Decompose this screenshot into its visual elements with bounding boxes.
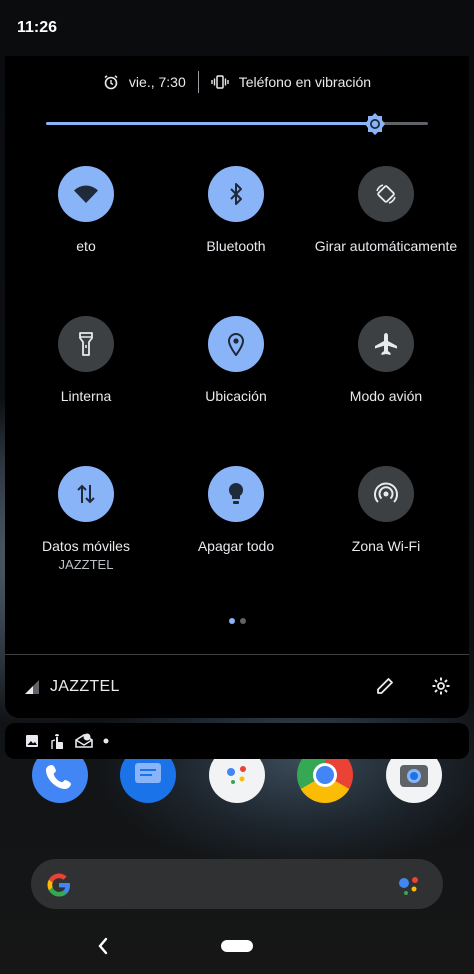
status-time: 11:26 <box>17 19 58 36</box>
tile-hotspot-label: Zona Wi-Fi <box>351 538 421 554</box>
wifi-icon <box>74 185 98 203</box>
google-search-bar[interactable] <box>31 859 443 909</box>
tile-bluetooth[interactable]: Bluetooth <box>161 166 311 255</box>
tile-mobile-data-label: Datos móviles <box>42 538 130 554</box>
tile-turn-off-all-label: Apagar todo <box>197 538 275 554</box>
tile-hotspot[interactable]: Zona Wi-Fi <box>311 466 461 555</box>
settings-gear-icon[interactable] <box>431 676 451 701</box>
signal-icon <box>25 680 41 699</box>
tile-location-label: Ubicación <box>205 388 267 404</box>
brightness-sun-icon <box>365 113 385 135</box>
touch-icon <box>51 734 63 749</box>
tile-autorotate-circle[interactable] <box>358 166 414 222</box>
tile-flashlight[interactable]: Linterna <box>11 316 161 405</box>
alarm-icon <box>103 74 119 90</box>
notification-icon-strip[interactable] <box>5 723 469 759</box>
rotate-icon <box>376 184 396 204</box>
tile-location-circle[interactable] <box>208 316 264 372</box>
tile-mobile-data-circle[interactable] <box>58 466 114 522</box>
airplane-icon <box>375 333 397 355</box>
flashlight-icon <box>79 332 93 356</box>
tile-airplane-circle[interactable] <box>358 316 414 372</box>
page-indicator <box>229 618 246 624</box>
qs-footer: JAZZTEL <box>5 662 469 712</box>
mail-icon <box>75 733 93 748</box>
bulb-icon <box>228 482 244 504</box>
nav-home-pill[interactable] <box>221 940 253 952</box>
tile-autorotate[interactable]: Girar automáticamente <box>311 166 461 255</box>
ringer-mode-text[interactable]: Teléfono en vibración <box>239 74 371 90</box>
tile-flashlight-label: Linterna <box>60 388 112 404</box>
google-logo-icon <box>47 873 70 897</box>
assistant-mic-icon[interactable] <box>395 872 423 898</box>
tile-mobile-data[interactable]: Datos móviles JAZZTEL <box>11 466 161 572</box>
qs-header: vie., 7:30 Teléfono en vibración <box>5 70 469 94</box>
tile-wifi[interactable]: eto <box>11 166 161 255</box>
brightness-track-filled <box>46 122 375 125</box>
tile-bluetooth-circle[interactable] <box>208 166 264 222</box>
nav-back-button[interactable] <box>96 936 110 961</box>
next-alarm-text[interactable]: vie., 7:30 <box>129 74 186 90</box>
edit-icon[interactable] <box>375 676 395 701</box>
image-icon <box>26 735 38 747</box>
brightness-thumb[interactable] <box>363 112 387 136</box>
page-dot-active <box>229 618 235 624</box>
page-dot-inactive <box>240 618 246 624</box>
footer-divider <box>5 654 469 655</box>
tile-wifi-circle[interactable] <box>58 166 114 222</box>
vibrate-icon <box>211 74 229 90</box>
tile-bluetooth-label: Bluetooth <box>206 238 266 254</box>
tile-mobile-data-sublabel: JAZZTEL <box>58 557 114 572</box>
header-separator <box>197 71 199 93</box>
status-bar: 11:26 <box>0 0 474 56</box>
tile-airplane-label: Modo avión <box>349 388 423 404</box>
hotspot-icon <box>374 482 398 503</box>
dot-icon <box>103 738 109 744</box>
tile-turn-off-all-circle[interactable] <box>208 466 264 522</box>
tile-turn-off-all[interactable]: Apagar todo <box>161 466 311 555</box>
bluetooth-icon <box>230 183 242 205</box>
tile-wifi-label: eto <box>76 238 96 254</box>
location-icon <box>227 333 245 356</box>
tile-hotspot-circle[interactable] <box>358 466 414 522</box>
tile-airplane[interactable]: Modo avión <box>311 316 461 405</box>
tile-flashlight-circle[interactable] <box>58 316 114 372</box>
mobile-data-icon <box>77 484 95 504</box>
brightness-slider[interactable] <box>46 112 428 136</box>
carrier-name: JAZZTEL <box>50 678 120 695</box>
tile-location[interactable]: Ubicación <box>161 316 311 405</box>
back-icon <box>98 937 108 955</box>
tile-autorotate-label: Girar automáticamente <box>314 238 458 254</box>
quick-settings-panel: vie., 7:30 Teléfono en vibración eto Blu… <box>5 56 469 718</box>
